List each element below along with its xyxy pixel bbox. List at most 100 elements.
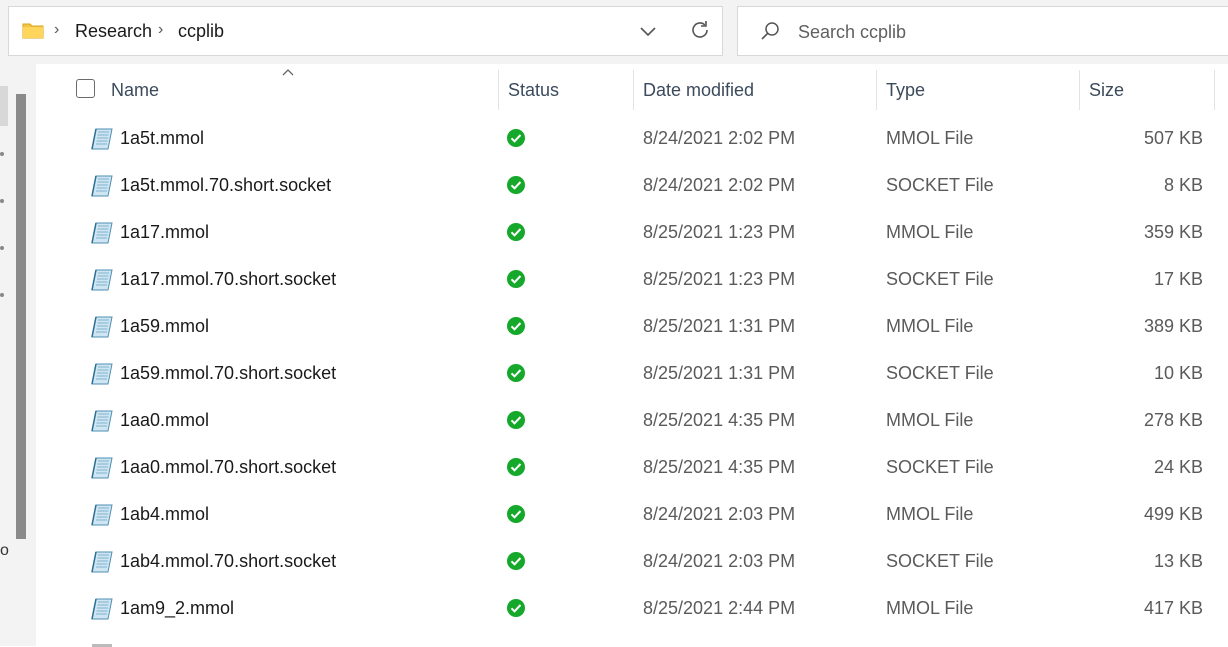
column-header-date-modified[interactable]: Date modified — [643, 80, 754, 101]
column-divider[interactable] — [498, 70, 499, 110]
file-row[interactable]: 1ab4.mmol.70.short.socket 8/24/2021 2:03 … — [36, 540, 1228, 587]
file-name[interactable]: 1a59.mmol.70.short.socket — [120, 363, 336, 384]
column-header-row: Name Status Date modified Type Size — [36, 64, 1228, 116]
breadcrumb-ccplib[interactable]: ccplib — [178, 21, 224, 42]
refresh-icon[interactable] — [689, 19, 711, 41]
navigation-pane: o — [0, 64, 36, 646]
synced-checkmark-icon — [506, 316, 526, 336]
nav-item-marker — [0, 246, 4, 250]
synced-checkmark-icon — [506, 269, 526, 289]
nav-item-marker — [0, 199, 4, 203]
nav-item-partial-label: o — [0, 542, 9, 559]
synced-checkmark-icon — [506, 175, 526, 195]
file-size: 13 KB — [1153, 551, 1203, 571]
file-name[interactable]: 1a5t.mmol — [120, 128, 204, 149]
file-date-modified: 8/25/2021 1:31 PM — [643, 316, 796, 336]
file-name[interactable]: 1ab4.mmol — [120, 504, 209, 525]
column-divider[interactable] — [1214, 70, 1215, 110]
file-date-modified: 8/25/2021 1:23 PM — [643, 222, 796, 242]
file-date-modified: 8/24/2021 2:03 PM — [643, 504, 796, 524]
file-icon — [90, 410, 114, 432]
file-name[interactable]: 1a59.mmol — [120, 316, 209, 337]
file-size: 389 KB — [1143, 316, 1203, 336]
nav-item-marker — [0, 152, 4, 156]
file-type: SOCKET File — [886, 363, 994, 383]
nav-item-marker — [0, 293, 4, 297]
search-input[interactable]: Search ccplib — [798, 22, 906, 43]
file-row[interactable]: 1a59.mmol.70.short.socket 8/25/2021 1:31 … — [36, 352, 1228, 399]
file-type: SOCKET File — [886, 551, 994, 571]
column-header-status[interactable]: Status — [508, 80, 559, 101]
file-type: MMOL File — [886, 128, 974, 148]
file-row[interactable]: 1a5t.mmol 8/24/2021 2:02 PM MMOL File 507 K… — [36, 117, 1228, 164]
column-header-type[interactable]: Type — [886, 80, 925, 101]
file-row[interactable]: 1a17.mmol.70.short.socket 8/25/2021 1:23 … — [36, 258, 1228, 305]
file-icon — [90, 598, 114, 620]
file-size: 507 KB — [1143, 128, 1203, 148]
file-type: MMOL File — [886, 222, 974, 242]
column-divider[interactable] — [633, 70, 634, 110]
file-name[interactable]: 1a5t.mmol.70.short.socket — [120, 175, 331, 196]
file-type: MMOL File — [886, 504, 974, 524]
breadcrumb-separator: › — [158, 21, 164, 38]
search-box[interactable]: Search ccplib — [737, 6, 1228, 56]
file-icon — [90, 551, 114, 573]
file-icon — [90, 175, 114, 197]
file-row[interactable]: 1am9_2.mmol 8/25/2021 2:44 PM MMOL File 417… — [36, 587, 1228, 634]
file-size: 359 KB — [1143, 222, 1203, 242]
breadcrumb-research[interactable]: Research — [75, 21, 152, 42]
file-date-modified: 8/24/2021 2:02 PM — [643, 175, 796, 195]
column-header-name[interactable]: Name — [111, 80, 159, 101]
file-date-modified: 8/24/2021 2:02 PM — [643, 128, 796, 148]
file-row[interactable]: 1a5t.mmol.70.short.socket 8/24/2021 2:02 … — [36, 164, 1228, 211]
file-name[interactable]: 1am9_2.mmol — [120, 598, 234, 619]
file-type: SOCKET File — [886, 175, 994, 195]
synced-checkmark-icon — [506, 457, 526, 477]
file-name[interactable]: 1a17.mmol.70.short.socket — [120, 269, 336, 290]
file-name[interactable]: 1ab4.mmol.70.short.socket — [120, 551, 336, 572]
file-type: SOCKET File — [886, 457, 994, 477]
file-icon — [90, 316, 114, 338]
synced-checkmark-icon — [506, 128, 526, 148]
synced-checkmark-icon — [506, 222, 526, 242]
toolbar: › Research › ccplib Search ccplib — [0, 0, 1228, 64]
synced-checkmark-icon — [506, 410, 526, 430]
file-name[interactable]: 1aa0.mmol — [120, 410, 209, 431]
file-size: 499 KB — [1143, 504, 1203, 524]
file-date-modified: 8/25/2021 4:35 PM — [643, 410, 796, 430]
sort-ascending-icon — [282, 69, 294, 76]
file-row[interactable]: 1ab4.mmol 8/24/2021 2:03 PM MMOL File 499 K… — [36, 493, 1228, 540]
chevron-down-icon[interactable] — [638, 21, 658, 41]
file-row[interactable]: 1aa0.mmol 8/25/2021 4:35 PM MMOL File 278 K… — [36, 399, 1228, 446]
folder-icon — [22, 23, 44, 39]
file-icon — [90, 363, 114, 385]
file-row[interactable]: 1a59.mmol 8/25/2021 1:31 PM MMOL File 389 K… — [36, 305, 1228, 352]
synced-checkmark-icon — [506, 551, 526, 571]
file-size: 8 KB — [1163, 175, 1203, 195]
file-type: MMOL File — [886, 410, 974, 430]
file-date-modified: 8/25/2021 4:35 PM — [643, 457, 796, 477]
file-date-modified: 8/24/2021 2:03 PM — [643, 551, 796, 571]
file-name[interactable]: 1a17.mmol — [120, 222, 209, 243]
file-size: 10 KB — [1153, 363, 1203, 383]
file-date-modified: 8/25/2021 2:44 PM — [643, 598, 796, 618]
nav-pane-edge — [0, 86, 8, 126]
file-icon — [90, 222, 114, 244]
file-type: MMOL File — [886, 316, 974, 336]
file-name[interactable]: 1aa0.mmol.70.short.socket — [120, 457, 336, 478]
file-type: MMOL File — [886, 598, 974, 618]
file-size: 24 KB — [1153, 457, 1203, 477]
nav-scrollbar-thumb[interactable] — [16, 94, 26, 539]
file-date-modified: 8/25/2021 1:23 PM — [643, 269, 796, 289]
file-size: 17 KB — [1153, 269, 1203, 289]
breadcrumb-separator: › — [54, 21, 60, 38]
file-row[interactable]: 1a17.mmol 8/25/2021 1:23 PM MMOL File 359 K… — [36, 211, 1228, 258]
address-bar[interactable]: › Research › ccplib — [8, 6, 723, 56]
column-divider[interactable] — [876, 70, 877, 110]
select-all-checkbox[interactable] — [76, 79, 95, 98]
column-divider[interactable] — [1079, 70, 1080, 110]
file-size: 417 KB — [1143, 598, 1203, 618]
column-header-size[interactable]: Size — [1089, 80, 1124, 101]
file-icon — [90, 128, 114, 150]
file-row[interactable]: 1aa0.mmol.70.short.socket 8/25/2021 4:35 … — [36, 446, 1228, 493]
